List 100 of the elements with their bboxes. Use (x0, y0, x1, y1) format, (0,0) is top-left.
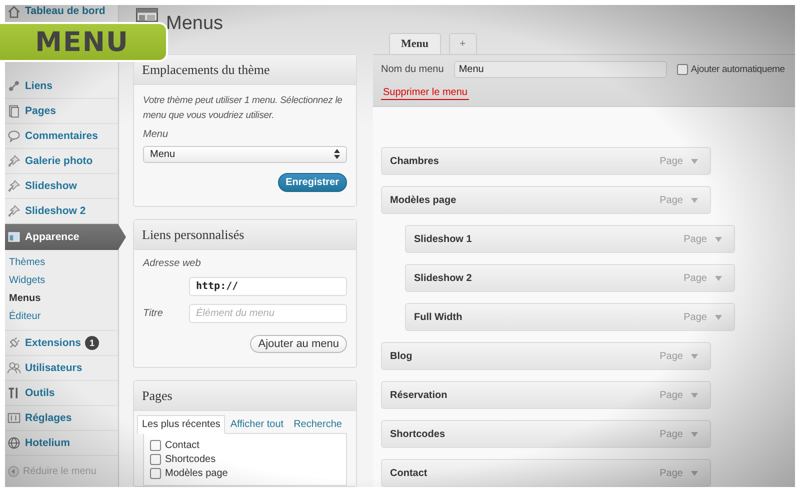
sidebar-item-label: Commentaires (25, 130, 98, 142)
field-label: Nom du menu (381, 64, 444, 75)
menu-item[interactable]: Réservation Page (381, 381, 711, 409)
delete-menu-link[interactable]: Supprimer le menu (381, 87, 470, 100)
caret-icon[interactable] (691, 354, 698, 358)
sidebar-item-icon (7, 230, 21, 244)
sidebar-item-icon (7, 5, 21, 19)
caret-icon[interactable] (715, 276, 722, 280)
menu-item[interactable]: Slideshow 1 Page (405, 225, 735, 253)
checkbox[interactable] (150, 454, 161, 465)
url-field[interactable]: http:// (189, 277, 347, 296)
menu-item-title: Slideshow 1 (414, 234, 473, 244)
menu-item[interactable]: Blog Page (381, 342, 711, 370)
caret-icon[interactable] (691, 432, 698, 436)
sidebar-item-label: Tableau de bord (25, 5, 106, 17)
caret-icon[interactable] (691, 198, 698, 202)
caret-icon[interactable] (691, 392, 698, 398)
checkbox[interactable] (676, 64, 688, 75)
checkbox-label: Ajouter automatiqueme (690, 64, 785, 75)
sidebar-item-label: Utilisateurs (25, 362, 82, 374)
sidebar-item[interactable]: Apparence (5, 224, 126, 250)
sidebar-item-icon (7, 411, 21, 425)
item-type-label: Page (660, 428, 683, 440)
checkbox[interactable] (150, 468, 161, 479)
menu-item-title: Chambres (390, 156, 440, 166)
sidebar-item-label: Galerie photo (25, 155, 93, 167)
submenu-item[interactable]: Éditeur (9, 308, 118, 326)
submenu-item[interactable]: Menus (9, 290, 118, 308)
menu-tab[interactable]: + (448, 33, 477, 54)
pages-tab[interactable]: Afficher tout (225, 415, 289, 434)
pages-tab[interactable]: Recherche (288, 415, 347, 434)
submenu-item[interactable]: Thèmes (9, 254, 118, 272)
sidebar-item-icon (7, 204, 21, 218)
sidebar-item-icon (7, 361, 21, 375)
item-type-label: Page (684, 312, 707, 322)
menu-select[interactable]: Menu (143, 146, 347, 163)
select-arrows-icon (334, 149, 340, 159)
page-title: Menus (166, 12, 224, 34)
menu-item[interactable]: Slideshow 2 Page (405, 264, 735, 292)
menu-item-title: Slideshow 2 (414, 272, 473, 284)
menu-tab[interactable]: Menu (389, 33, 440, 54)
menu-item[interactable]: Modèles page Page (381, 186, 711, 214)
sidebar-item[interactable]: Tableau de bord (5, 5, 118, 22)
sidebar-item[interactable]: Outils (5, 381, 118, 406)
sidebar-item[interactable]: Slideshow (5, 174, 118, 199)
caret-icon[interactable] (715, 314, 722, 320)
sidebar-item-icon (7, 79, 21, 93)
page-label: Modèles page (165, 468, 228, 479)
sidebar-item-label: Pages (25, 105, 56, 117)
sidebar-item-label: Réglages (25, 412, 72, 424)
sidebar-item[interactable]: Réglages (5, 406, 118, 431)
sidebar-item-label: Hotelium (25, 437, 70, 449)
field-label: Titre (143, 308, 164, 319)
field-label: Menu (143, 129, 170, 140)
sidebar-item[interactable]: Pages (5, 99, 118, 124)
sidebar-item[interactable]: Galerie photo (5, 149, 118, 174)
submenu-item[interactable]: Widgets (9, 272, 118, 290)
sidebar-item-icon (7, 154, 21, 168)
menu-item-title: Contact (390, 468, 428, 478)
item-type-label: Page (660, 350, 683, 362)
save-button[interactable]: Enregistrer (278, 173, 347, 192)
item-type-label: Page (684, 272, 707, 284)
menu-item-title: Shortcodes (390, 428, 446, 440)
sidebar-item-label: Apparence (25, 231, 80, 243)
window-layout-icon (136, 8, 158, 22)
sidebar-item[interactable]: Commentaires (5, 124, 118, 149)
item-type-label: Page (660, 390, 683, 400)
item-type-label: Page (660, 156, 683, 166)
sidebar-item[interactable]: Extensions 1 (5, 331, 118, 356)
caret-icon[interactable] (691, 158, 698, 164)
sidebar-item-label: Liens (25, 80, 52, 92)
page-label: Shortcodes (165, 454, 216, 465)
menu-banner: MENU (0, 22, 168, 62)
menu-item[interactable]: Full Width Page (405, 303, 735, 331)
field-label: Adresse web (143, 258, 202, 269)
description-text: Votre thème peut utiliser 1 menu. Sélectionnez le menu que vous voudriez utiliser. (143, 94, 344, 123)
menu-item-title: Modèles page (390, 194, 458, 206)
menu-item[interactable]: Contact Page (381, 459, 711, 487)
add-to-menu-button[interactable]: Ajouter au menu (250, 335, 347, 353)
menu-item[interactable]: Shortcodes Page (381, 420, 711, 448)
sidebar-item[interactable]: Utilisateurs (5, 356, 118, 381)
item-type-label: Page (660, 468, 683, 478)
caret-icon[interactable] (715, 236, 722, 242)
checkbox[interactable] (150, 440, 161, 451)
update-count-badge: 1 (85, 336, 100, 350)
sidebar-item[interactable]: Hotelium (5, 431, 118, 456)
sidebar-item[interactable]: Liens (5, 74, 118, 99)
menu-item[interactable]: Chambres Page (381, 147, 711, 175)
sidebar-item-icon (7, 336, 21, 350)
panel-title: Emplacements du thème (134, 55, 356, 85)
item-type-label: Page (660, 194, 683, 206)
pages-tab[interactable]: Les plus récentes (137, 415, 226, 434)
sidebar-item-label: Extensions (25, 337, 82, 349)
page-label: Contact (165, 440, 200, 451)
sidebar-item-icon (7, 179, 21, 193)
sidebar-item-label: Slideshow 2 (25, 205, 86, 217)
menu-item-title: Blog (390, 350, 414, 362)
caret-icon[interactable] (691, 470, 698, 476)
menu-name-field[interactable]: Menu (454, 61, 667, 78)
sidebar-item-label: Slideshow (25, 180, 77, 192)
